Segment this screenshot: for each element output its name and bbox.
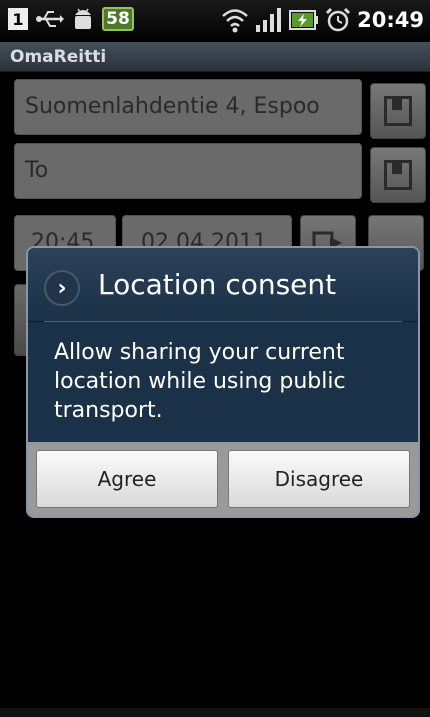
to-bookmark-button[interactable] [370, 147, 426, 203]
bottom-edge [0, 708, 430, 717]
alarm-icon [326, 7, 351, 32]
from-field[interactable]: Suomenlahdentie 4, Espoo [14, 79, 362, 135]
disagree-button[interactable]: Disagree [228, 450, 410, 508]
chevron-right-icon: › [44, 270, 80, 306]
usb-icon [36, 11, 64, 27]
battery-level-badge: 58 [102, 7, 134, 31]
sim-icon: 1 [8, 8, 28, 30]
dialog-button-bar: Agree Disagree [28, 442, 418, 516]
location-consent-dialog: › Location consent Allow sharing your cu… [26, 246, 420, 518]
signal-icon [256, 8, 282, 32]
agree-button[interactable]: Agree [36, 450, 218, 508]
wifi-icon [222, 9, 248, 33]
dialog-title: Location consent [98, 268, 337, 301]
dialog-message: Allow sharing your current location whil… [28, 322, 418, 446]
to-field[interactable]: To [14, 143, 362, 199]
bookmark-icon [384, 96, 412, 126]
dialog-header: › Location consent [28, 248, 418, 322]
app-title: OmaReitti [10, 47, 107, 67]
status-bar: 1 58 20:49 [0, 0, 430, 42]
clock: 20:49 [357, 8, 424, 32]
bookmark-icon [384, 160, 412, 190]
battery-charging-icon [289, 10, 319, 30]
from-bookmark-button[interactable] [370, 83, 426, 139]
android-debug-icon [75, 8, 91, 29]
app-title-bar: OmaReitti [0, 42, 430, 72]
